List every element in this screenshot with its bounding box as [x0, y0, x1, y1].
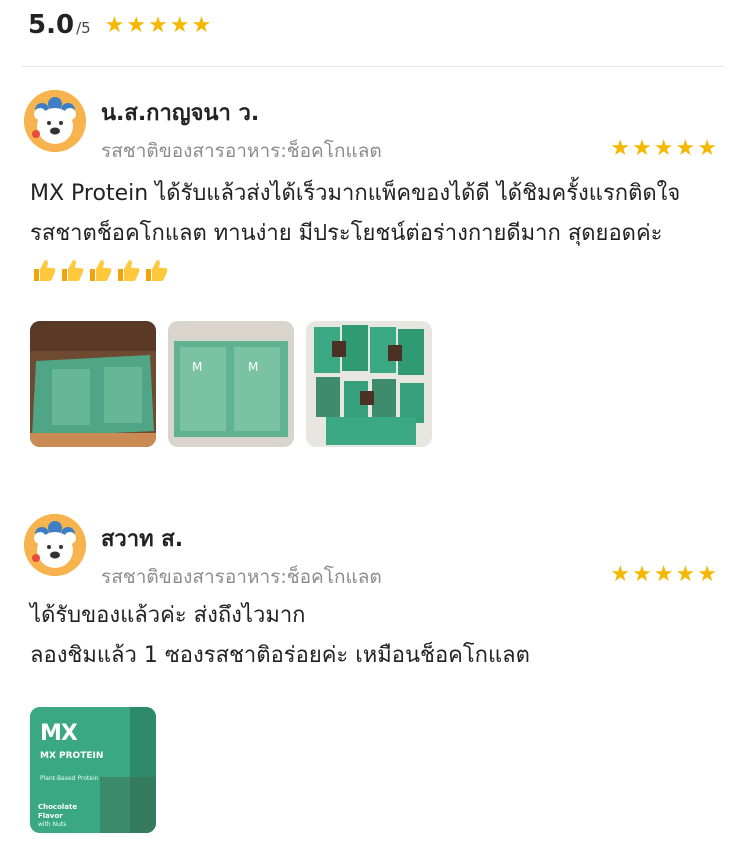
star-icon: ★ [632, 562, 652, 587]
variant-label: รสชาติของสารอาหาร:ช็อคโกแลต [101, 140, 382, 162]
box-packets-photo-image: M M [168, 321, 294, 447]
flavor-note: with Nuts [38, 821, 67, 828]
review-stars: ★ ★ ★ ★ ★ [610, 562, 717, 588]
star-icon: ★ [653, 562, 674, 587]
avatar[interactable] [24, 514, 86, 576]
reviewer-name: สวาท ส. [101, 527, 184, 552]
review-photo[interactable] [30, 321, 156, 447]
product-name: MX PROTEIN [40, 751, 104, 761]
rating-summary: 5.0 /5 ★ ★ ★ ★ ★ [28, 10, 211, 40]
review-line: ลองชิมแล้ว 1 ซองรสชาติอร่อยค่ะ เหมือนช็อ… [30, 643, 530, 668]
review-stars: ★ ★ ★ ★ ★ [610, 136, 717, 162]
review-photo[interactable]: MX MX PROTEIN Plant-Based Protein Chocol… [30, 707, 156, 833]
star-icon: ★ [675, 136, 696, 161]
review-line: MX Protein ได้รับแล้วส่งได้เร็วมากแพ็คขอ… [30, 181, 681, 206]
thumbs-up-icon [146, 260, 168, 281]
summary-stars: ★ ★ ★ ★ ★ [105, 13, 212, 39]
star-icon: ★ [148, 13, 168, 38]
review-photo[interactable] [306, 321, 432, 447]
review-line: ได้รับของแล้วค่ะ ส่งถึงไวมาก [30, 603, 306, 628]
svg-text:M: M [248, 360, 258, 374]
box-open-photo-image [30, 321, 156, 447]
thumbs-up-icon [62, 260, 84, 281]
star-icon: ★ [104, 13, 125, 38]
bear-avatar-icon [24, 514, 86, 576]
review-photo[interactable]: M M [168, 321, 294, 447]
star-icon: ★ [610, 562, 631, 587]
score-max: /5 [76, 19, 91, 37]
avatar[interactable] [24, 90, 86, 152]
star-icon: ★ [126, 13, 147, 38]
flavor-label: Chocolate Flavor [38, 803, 78, 820]
star-icon: ★ [675, 562, 696, 587]
variant-label: รสชาติของสารอาหาร:ช็อคโกแลต [101, 566, 382, 588]
thumbs-up-icon [90, 260, 112, 281]
review-text: MX Protein ได้รับแล้วส่งได้เร็วมากแพ็คขอ… [30, 174, 727, 284]
review-photos: MX MX PROTEIN Plant-Based Protein Chocol… [30, 707, 156, 833]
review-photos: M M [30, 321, 432, 447]
emoji-row [30, 256, 727, 284]
thumbs-up-icon [118, 260, 140, 281]
star-icon: ★ [632, 136, 652, 161]
bear-avatar-icon [24, 90, 86, 152]
brand-logo: MX [40, 721, 78, 746]
divider [22, 66, 725, 67]
product-subtitle: Plant-Based Protein [40, 775, 99, 782]
average-score: 5.0 [28, 10, 75, 40]
star-icon: ★ [169, 13, 190, 38]
star-icon: ★ [653, 136, 674, 161]
star-icon: ★ [191, 13, 212, 38]
sachets-spread-photo-image [306, 321, 432, 447]
reviewer-name: น.ส.กาญจนา ว. [101, 101, 260, 126]
star-icon: ★ [610, 136, 631, 161]
review-text: ได้รับของแล้วค่ะ ส่งถึงไวมาก ลองชิมแล้ว … [30, 596, 727, 676]
review-line: รสชาตช็อคโกแลต ทานง่าย มีประโยชน์ต่อร่าง… [30, 221, 663, 246]
thumbs-up-icon [34, 260, 56, 281]
star-icon: ★ [697, 562, 717, 587]
star-icon: ★ [697, 136, 717, 161]
svg-text:M: M [192, 360, 202, 374]
